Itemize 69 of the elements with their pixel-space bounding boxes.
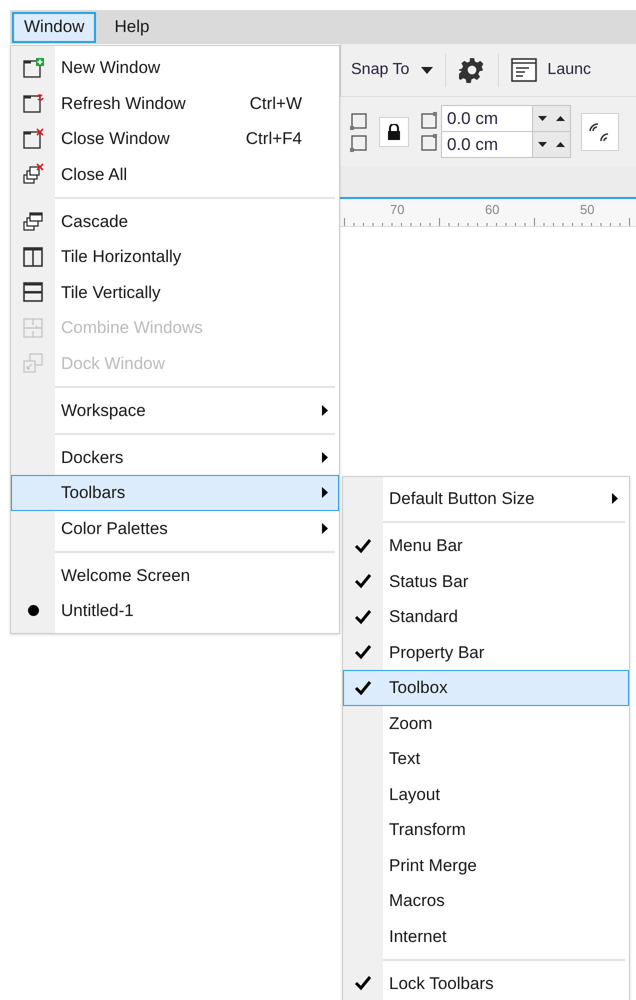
- menu-item[interactable]: Status Bar: [343, 564, 629, 599]
- refresh-window-icon: [22, 92, 44, 114]
- menu-item[interactable]: Internet: [343, 918, 629, 954]
- new-window-icon: [22, 56, 44, 79]
- corner-rounding-button[interactable]: [581, 112, 619, 150]
- corner-icon: [349, 132, 369, 152]
- menu-item[interactable]: Cascade: [11, 204, 339, 239]
- menu-item[interactable]: Default Button Size: [343, 481, 629, 516]
- menu-item[interactable]: Workspace: [11, 392, 339, 428]
- menu-item[interactable]: Close Window Ctrl+F4: [11, 121, 339, 156]
- menu-item[interactable]: Color Palettes: [11, 510, 339, 546]
- dock-window-icon: [22, 352, 44, 374]
- size-field[interactable]: 0.0 cm: [442, 132, 532, 157]
- tile-vertically-icon: [22, 281, 44, 304]
- snap-to-dropdown[interactable]: Snap To: [341, 50, 446, 90]
- submenu-arrow-icon: [322, 404, 328, 416]
- close-window-icon: [22, 128, 44, 150]
- combine-windows-icon: [22, 316, 44, 339]
- corner-icon: [349, 110, 369, 130]
- menu-item[interactable]: Close All: [11, 156, 339, 192]
- menu-item[interactable]: Untitled-1: [11, 593, 339, 628]
- lock-icon: [387, 124, 401, 140]
- menu-item[interactable]: Tile Horizontally: [11, 239, 339, 274]
- submenu-arrow-icon: [322, 487, 328, 498]
- ruler-label: 70: [390, 201, 404, 219]
- check-icon: [354, 538, 372, 554]
- menu-item[interactable]: Dockers: [11, 440, 339, 475]
- check-icon: [354, 644, 372, 660]
- submenu-arrow-icon: [322, 452, 328, 463]
- menu-item[interactable]: Welcome Screen: [11, 558, 339, 593]
- ruler-label: 50: [580, 201, 594, 219]
- check-icon: [354, 975, 372, 992]
- ruler-label: 60: [485, 201, 500, 219]
- menu-item[interactable]: Toolbox: [343, 670, 629, 706]
- caret-icon: [421, 66, 434, 74]
- submenu-arrow-icon: [322, 522, 328, 534]
- menu-item[interactable]: Tile Vertically: [11, 274, 339, 310]
- corner-icon: [419, 110, 439, 130]
- menu-item[interactable]: Zoom: [343, 706, 629, 741]
- bullet-icon: [28, 605, 38, 616]
- menu-item[interactable]: Text: [343, 741, 629, 776]
- menu-item[interactable]: Toolbars: [11, 475, 339, 510]
- check-icon: [354, 573, 372, 590]
- window-icon: [511, 58, 538, 82]
- corner-icon: [419, 132, 439, 152]
- cascade-icon: [22, 210, 44, 232]
- launch-button[interactable]: Launc: [499, 50, 592, 90]
- menu-item[interactable]: Standard: [343, 599, 629, 634]
- size-field[interactable]: 0.0 cm: [442, 106, 532, 131]
- check-icon: [354, 608, 372, 625]
- submenu-arrow-icon: [612, 493, 618, 504]
- tile-horizontally-icon: [22, 246, 44, 268]
- menu-item[interactable]: Property Bar: [343, 634, 629, 670]
- menu-item[interactable]: Print Merge: [343, 848, 629, 883]
- settings-icon: [459, 57, 486, 83]
- spinner[interactable]: [532, 106, 570, 131]
- menu-item[interactable]: Menu Bar: [343, 528, 629, 564]
- menu-item[interactable]: Refresh Window Ctrl+W: [11, 86, 339, 121]
- menu-title[interactable]: Window: [12, 12, 96, 42]
- spinner[interactable]: [532, 132, 570, 157]
- menu-item[interactable]: Transform: [343, 812, 629, 848]
- menu-item[interactable]: Macros: [343, 883, 629, 918]
- lock-button[interactable]: [379, 116, 409, 146]
- check-icon: [354, 680, 372, 696]
- menu-title[interactable]: Help: [102, 12, 162, 42]
- menu-item[interactable]: Lock Toolbars: [343, 966, 629, 1000]
- close-all-icon: [22, 163, 44, 186]
- menu-item[interactable]: Layout: [343, 776, 629, 812]
- menu-item[interactable]: New Window: [11, 50, 339, 86]
